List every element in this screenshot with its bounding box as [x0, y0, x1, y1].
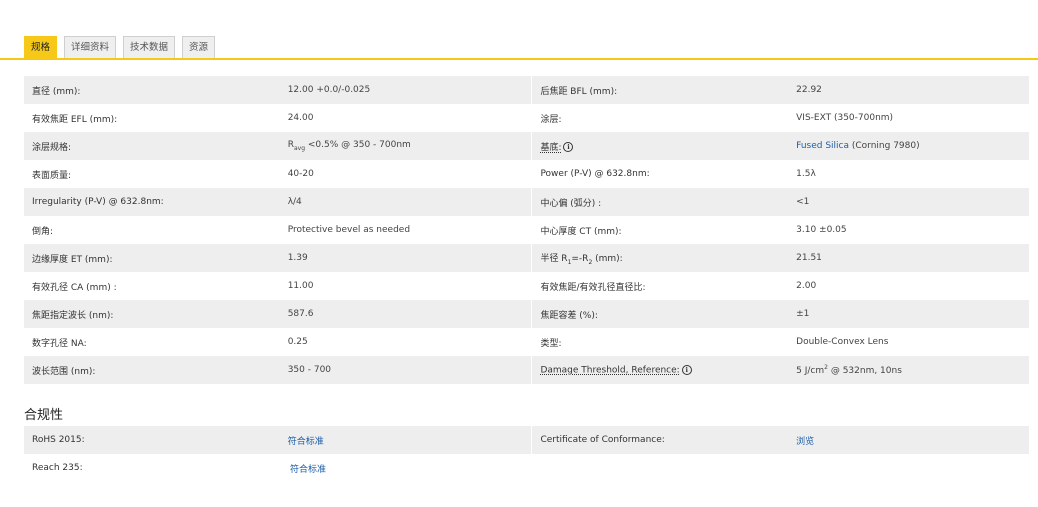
- substrate-detail: (Corning 7980): [849, 141, 920, 151]
- damage-threshold-condition: @ 532nm, 10ns: [827, 366, 902, 376]
- fused-silica-link[interactable]: Fused Silica: [796, 141, 849, 151]
- spec-value: Protective bevel as needed: [287, 225, 411, 235]
- spec-value: <1: [796, 197, 810, 207]
- spec-value: 587.6: [287, 309, 314, 319]
- compliance-value: 浏览: [788, 434, 1029, 447]
- spec-value: 40-20: [287, 169, 314, 179]
- table-row: Irregularity (P-V) @ 632.8nm: λ/4 中心偏 (弧…: [24, 188, 1029, 216]
- spec-label: 有效焦距 EFL (mm):: [32, 114, 118, 125]
- specifications-table: 直径 (mm): 12.00 +0.0/-0.025 后焦距 BFL (mm):…: [24, 76, 1029, 384]
- spec-label: Power (P-V) @ 632.8nm:: [540, 169, 650, 179]
- tab-bar: 规格 详细资料 技术数据 资源: [24, 36, 216, 58]
- spec-label: 倒角:: [32, 226, 54, 237]
- table-row: Reach 235: 符合标准: [24, 454, 1029, 482]
- compliance-table: RoHS 2015: 符合标准 Certificate of Conforman…: [24, 426, 1029, 482]
- spec-label: 边缘厚度 ET (mm):: [32, 254, 113, 265]
- spec-value: Double-Convex Lens: [796, 337, 889, 347]
- spec-label: 表面质量:: [32, 170, 72, 181]
- spec-label: Irregularity (P-V) @ 632.8nm:: [32, 197, 164, 207]
- table-row: 直径 (mm): 12.00 +0.0/-0.025 后焦距 BFL (mm):…: [24, 76, 1029, 104]
- spec-label: 类型:: [540, 338, 562, 349]
- table-row: 数字孔径 NA: 0.25 类型: Double-Convex Lens: [24, 328, 1029, 356]
- spec-value: Fused Silica (Corning 7980): [788, 141, 1029, 151]
- radius-label-middle: =-R: [571, 253, 589, 264]
- spec-value: 1.39: [287, 253, 308, 263]
- tab-underline: [0, 58, 1038, 60]
- spec-value: λ/4: [287, 197, 302, 207]
- spec-value: VIS-EXT (350-700nm): [796, 113, 894, 123]
- table-row: 涂层规格: Ravg <0.5% @ 350 - 700nm 基底: i Fuse…: [24, 132, 1029, 160]
- damage-threshold-value: 5 J/cm: [796, 366, 825, 376]
- spec-label: 波长范围 (nm):: [32, 366, 96, 377]
- tab-details[interactable]: 详细资料: [64, 36, 117, 58]
- spec-label: 涂层:: [540, 114, 562, 125]
- spec-label: 基底: i: [532, 140, 788, 153]
- coating-spec-range: <0.5% @ 350 - 700nm: [305, 140, 411, 151]
- info-icon[interactable]: i: [681, 364, 692, 375]
- spec-value: 0.25: [287, 337, 308, 347]
- spec-label: 涂层规格:: [32, 142, 72, 153]
- rohs-compliant-link[interactable]: 符合标准: [288, 437, 324, 447]
- spec-label: 数字孔径 NA:: [32, 338, 87, 349]
- spec-value: Ravg <0.5% @ 350 - 700nm: [280, 140, 532, 152]
- radius-label-suffix: (mm):: [592, 253, 623, 264]
- spec-value: 1.5λ: [796, 169, 816, 179]
- compliance-label: RoHS 2015:: [32, 435, 85, 445]
- certificate-view-link[interactable]: 浏览: [796, 437, 814, 447]
- spec-label: 半径 R1=-R2 (mm):: [532, 251, 788, 266]
- spec-label: 中心偏 (弧分) :: [540, 198, 602, 209]
- table-row: 倒角: Protective bevel as needed 中心厚度 CT (…: [24, 216, 1029, 244]
- compliance-value: 符合标准: [282, 462, 536, 475]
- table-row: 边缘厚度 ET (mm): 1.39 半径 R1=-R2 (mm): 21.51: [24, 244, 1029, 272]
- compliance-heading: 合规性: [24, 408, 64, 423]
- coating-spec-subscript: avg: [293, 144, 306, 152]
- spec-value: 3.10 ±0.05: [796, 225, 847, 235]
- table-row: 有效焦距 EFL (mm): 24.00 涂层: VIS-EXT (350-70…: [24, 104, 1029, 132]
- table-row: 有效孔径 CA (mm) : 11.00 有效焦距/有效孔径直径比: 2.00: [24, 272, 1029, 300]
- spec-value: 11.00: [287, 281, 314, 291]
- substrate-label: 基底:: [540, 142, 562, 153]
- spec-label: 后焦距 BFL (mm):: [540, 86, 618, 97]
- table-row: RoHS 2015: 符合标准 Certificate of Conforman…: [24, 426, 1029, 454]
- spec-label: 有效焦距/有效孔径直径比:: [540, 282, 646, 293]
- table-row: 表面质量: 40-20 Power (P-V) @ 632.8nm: 1.5λ: [24, 160, 1029, 188]
- compliance-value: 符合标准: [280, 434, 532, 447]
- spec-label: 有效孔径 CA (mm) :: [32, 282, 117, 293]
- tab-technical-data[interactable]: 技术数据: [123, 36, 176, 58]
- spec-value: ±1: [796, 309, 810, 319]
- spec-value: 12.00 +0.0/-0.025: [287, 85, 371, 95]
- damage-threshold-label: Damage Threshold, Reference:: [540, 365, 680, 376]
- compliance-label: Reach 235:: [32, 463, 83, 473]
- spec-label: Damage Threshold, Reference: i: [532, 364, 788, 376]
- spec-value: 5 J/cm2 @ 532nm, 10ns: [788, 364, 1029, 376]
- table-row: 焦距指定波长 (nm): 587.6 焦距容差 (%): ±1: [24, 300, 1029, 328]
- spec-value: 2.00: [796, 281, 817, 291]
- tab-specifications[interactable]: 规格: [24, 36, 58, 58]
- spec-label: 焦距指定波长 (nm):: [32, 310, 114, 321]
- spec-label: 直径 (mm):: [32, 86, 81, 97]
- compliance-label: Certificate of Conformance:: [540, 435, 665, 445]
- spec-value: 24.00: [287, 113, 314, 123]
- reach-compliant-link[interactable]: 符合标准: [290, 465, 326, 475]
- info-icon[interactable]: i: [563, 142, 574, 152]
- spec-value: 350 - 700: [287, 365, 332, 375]
- spec-value: 21.51: [796, 253, 822, 263]
- spec-label: 中心厚度 CT (mm):: [540, 226, 622, 237]
- spec-label: 焦距容差 (%):: [540, 310, 598, 321]
- radius-label-prefix: 半径 R: [540, 253, 568, 264]
- spec-value: 22.92: [796, 85, 822, 95]
- tab-resources[interactable]: 资源: [182, 36, 216, 58]
- table-row: 波长范围 (nm): 350 - 700 Damage Threshold, R…: [24, 356, 1029, 384]
